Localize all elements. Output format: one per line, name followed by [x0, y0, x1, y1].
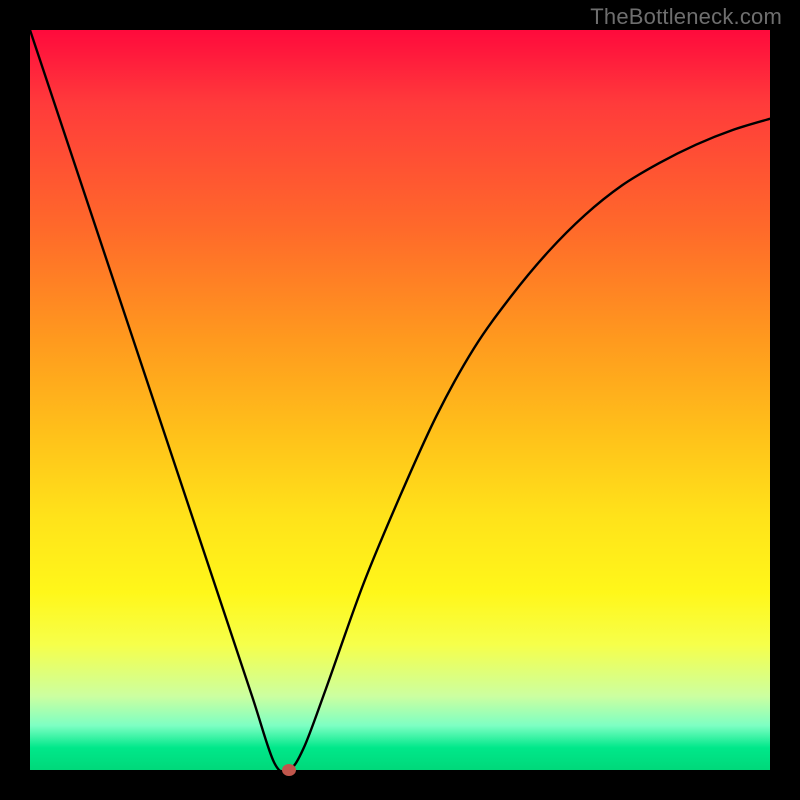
plot-area	[30, 30, 770, 770]
watermark-text: TheBottleneck.com	[590, 4, 782, 30]
bottleneck-curve	[30, 30, 770, 770]
optimal-point-marker	[282, 764, 296, 776]
chart-frame: TheBottleneck.com	[0, 0, 800, 800]
